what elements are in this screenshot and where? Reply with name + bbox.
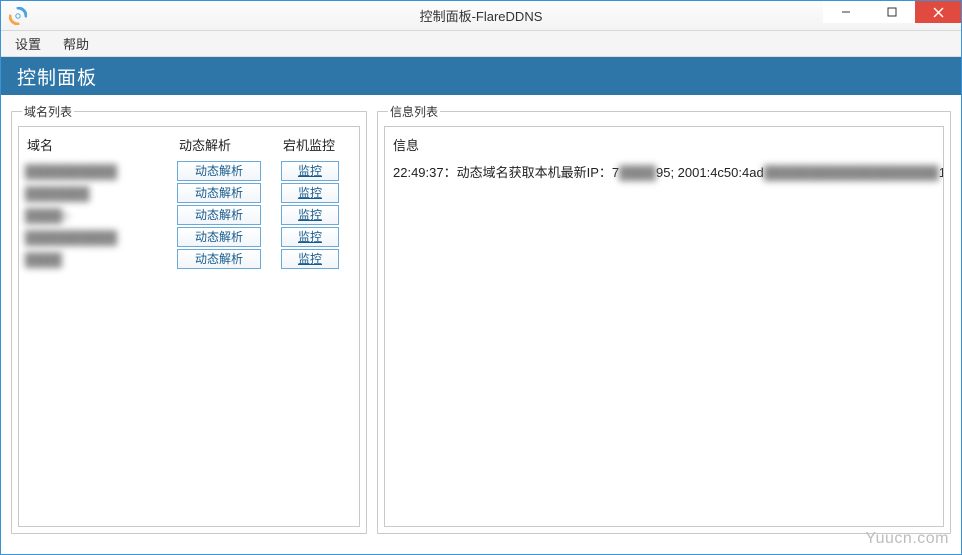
minimize-button[interactable] (823, 1, 869, 23)
menu-help[interactable]: 帮助 (63, 34, 89, 53)
domain-list-legend: 域名列表 (22, 103, 74, 120)
domain-name: ███████ (25, 186, 177, 201)
maximize-button[interactable] (869, 1, 915, 23)
close-button[interactable] (915, 1, 961, 23)
domain-name: ████n (25, 208, 177, 223)
window-controls (823, 1, 961, 23)
info-list-legend: 信息列表 (388, 103, 440, 120)
monitor-button[interactable]: 监控 (281, 183, 339, 203)
domain-columns-header: 域名 动态解析 宕机监控 (25, 131, 353, 160)
monitor-button[interactable]: 监控 (281, 161, 339, 181)
log-entry: 22:49:37：动态域名获取本机最新IP：7████95; 2001:4c50… (391, 160, 937, 181)
menu-settings[interactable]: 设置 (15, 34, 41, 53)
monitor-button[interactable]: 监控 (281, 205, 339, 225)
content-area: 域名列表 域名 动态解析 宕机监控 ██████████ 动态解析 监控 ███… (1, 95, 961, 540)
domain-row: ████ 动态解析 监控 (25, 248, 353, 270)
close-icon (933, 7, 944, 18)
domain-row: ██████████ 动态解析 监控 (25, 160, 353, 182)
log-time: 22:49:37 (393, 165, 444, 180)
domain-list-panel: 域名列表 域名 动态解析 宕机监控 ██████████ 动态解析 监控 ███… (11, 103, 367, 534)
domain-name: ████ (25, 252, 177, 267)
domain-row: ███████ 动态解析 监控 (25, 182, 353, 204)
maximize-icon (887, 7, 897, 17)
ddns-button[interactable]: 动态解析 (177, 227, 261, 247)
ddns-button[interactable]: 动态解析 (177, 249, 261, 269)
info-list-box: 信息 22:49:37：动态域名获取本机最新IP：7████95; 2001:4… (384, 126, 944, 527)
titlebar: 控制面板-FlareDDNS (1, 1, 961, 31)
app-icon (9, 7, 27, 25)
page-banner: 控制面板 (1, 57, 961, 95)
ddns-button[interactable]: 动态解析 (177, 183, 261, 203)
col-domain: 域名 (27, 135, 179, 154)
monitor-button[interactable]: 监控 (281, 227, 339, 247)
minimize-icon (841, 7, 851, 17)
domain-list-box: 域名 动态解析 宕机监控 ██████████ 动态解析 监控 ███████ … (18, 126, 360, 527)
menubar: 设置 帮助 (1, 31, 961, 57)
page-title: 控制面板 (17, 63, 97, 90)
ddns-button[interactable]: 动态解析 (177, 205, 261, 225)
ddns-button[interactable]: 动态解析 (177, 161, 261, 181)
domain-row: ██████████ 动态解析 监控 (25, 226, 353, 248)
info-list-panel: 信息列表 信息 22:49:37：动态域名获取本机最新IP：7████95; 2… (377, 103, 951, 534)
col-ddns: 动态解析 (179, 135, 283, 154)
domain-name: ██████████ (25, 230, 177, 245)
monitor-button[interactable]: 监控 (281, 249, 339, 269)
domain-name: ██████████ (25, 164, 177, 179)
domain-row: ████n 动态解析 监控 (25, 204, 353, 226)
window-title: 控制面板-FlareDDNS (1, 6, 961, 25)
info-header: 信息 (391, 131, 937, 160)
col-monitor: 宕机监控 (283, 135, 353, 154)
